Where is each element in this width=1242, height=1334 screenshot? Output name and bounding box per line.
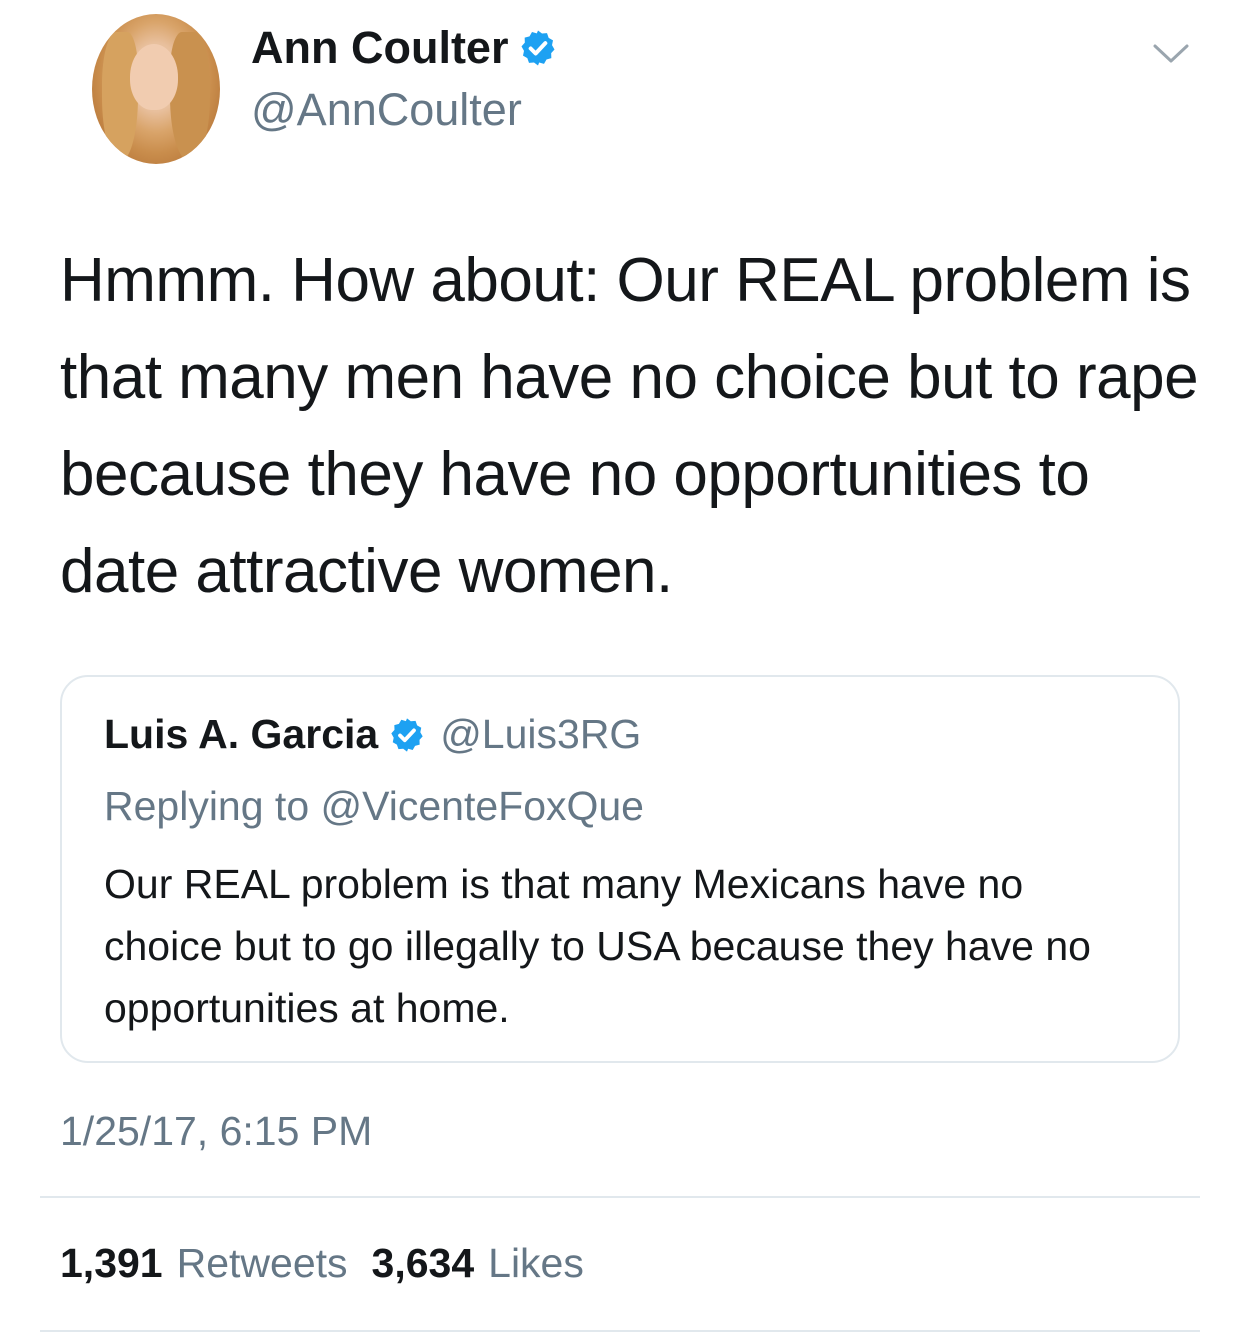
likes-stat[interactable]: 3,634 Likes <box>372 1240 584 1287</box>
quoted-replying-to: Replying to @VicenteFoxQue <box>104 783 644 829</box>
avatar-hair-left <box>102 32 138 162</box>
avatar-hair-right <box>170 32 210 162</box>
tweet-timestamp: 1/25/17, 6:15 PM <box>60 1108 373 1154</box>
likes-label: Likes <box>488 1240 584 1286</box>
quoted-tweet-text: Our REAL problem is that many Mexicans h… <box>104 861 1091 1031</box>
verified-badge-icon <box>391 717 423 752</box>
retweets-stat[interactable]: 1,391 Retweets <box>60 1240 348 1287</box>
divider <box>40 1330 1200 1332</box>
likes-count: 3,634 <box>371 1240 475 1286</box>
divider <box>40 1196 1200 1198</box>
tweet-stats: 1,391 Retweets 3,634 Likes <box>60 1240 584 1287</box>
avatar[interactable] <box>92 14 220 164</box>
tweet-text: Hmmm. How about: Our REAL problem is tha… <box>60 246 1199 606</box>
retweets-count: 1,391 <box>60 1240 163 1286</box>
chevron-down-icon[interactable] <box>1152 42 1190 66</box>
verified-badge-icon <box>521 30 555 66</box>
quoted-tweet-card[interactable]: Luis A. Garcia @Luis3RG Replying to @Vic… <box>60 675 1180 1063</box>
retweets-label: Retweets <box>176 1240 348 1286</box>
author-name-row: Ann Coulter <box>251 22 558 74</box>
author-display-name[interactable]: Ann Coulter <box>251 22 508 74</box>
quoted-author-name: Luis A. Garcia <box>104 711 379 757</box>
quoted-author-row: Luis A. Garcia @Luis3RG <box>104 711 641 758</box>
avatar-face <box>130 44 178 110</box>
quoted-author-handle: @Luis3RG <box>440 711 642 757</box>
author-handle[interactable]: @AnnCoulter <box>251 84 522 136</box>
